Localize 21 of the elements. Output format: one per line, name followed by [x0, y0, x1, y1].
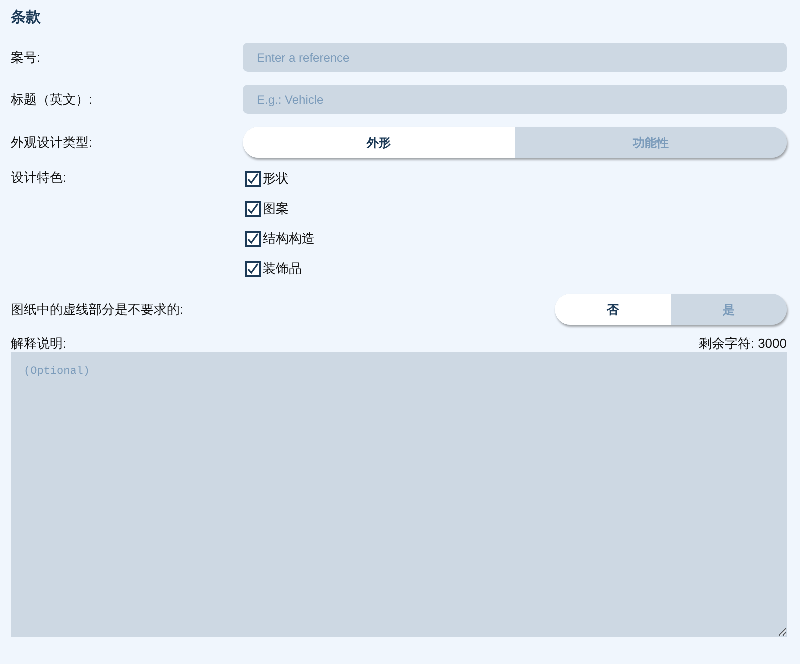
toggle-option[interactable]: 外形	[243, 127, 515, 158]
checkbox[interactable]	[245, 261, 261, 277]
field-label: 解释说明:	[11, 336, 67, 352]
text-area[interactable]: (Optional)	[11, 352, 787, 637]
field-label: 设计特色:	[11, 169, 68, 187]
input-field[interactable]: E.g.: Vehicle	[243, 85, 787, 114]
field-label: 标题（英文）:	[11, 90, 94, 109]
checkbox-label: 图案	[263, 200, 289, 218]
checkbox[interactable]	[245, 171, 261, 187]
checkbox-label: 装饰品	[263, 260, 302, 278]
field-label: 外观设计类型:	[11, 134, 94, 152]
checkbox-label: 形状	[263, 170, 289, 188]
checkbox[interactable]	[245, 201, 261, 217]
checkbox[interactable]	[245, 231, 261, 247]
toggle-option[interactable]: 否	[555, 294, 671, 325]
checkbox-label: 结构构造	[263, 230, 315, 248]
field-label: 案号:	[11, 48, 42, 67]
character-counter: 剩余字符: 3000	[698, 336, 787, 352]
section-title: 条款	[11, 8, 42, 28]
input-field[interactable]: Enter a reference	[243, 43, 787, 72]
field-label: 图纸中的虚线部分是不要求的:	[11, 300, 185, 319]
